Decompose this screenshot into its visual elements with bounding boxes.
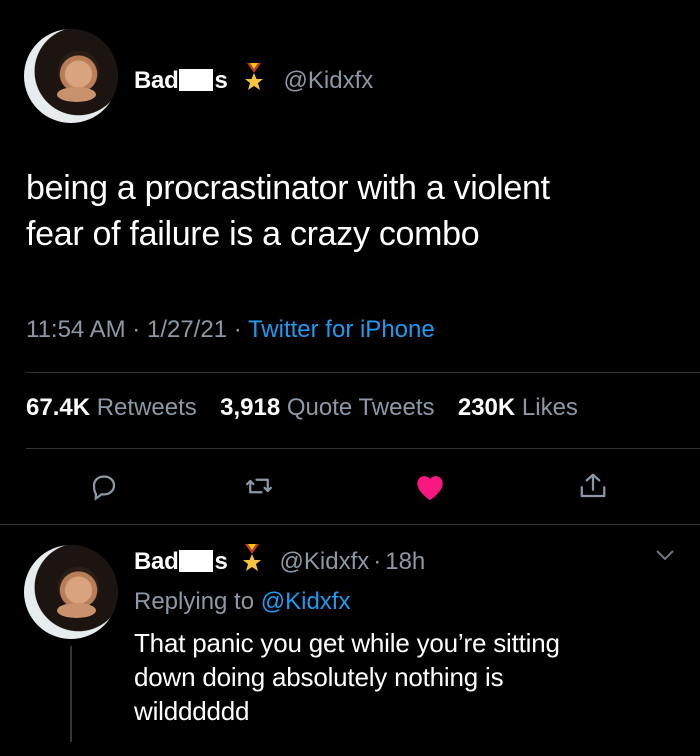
reply-text: That panic you get while you’re sitting … [134, 626, 674, 728]
thread-line [70, 646, 72, 742]
reply-author-name[interactable]: Bad s [134, 548, 228, 576]
meta-separator: · [233, 316, 242, 343]
meta-separator: · [373, 547, 382, 575]
reply-icon [92, 475, 116, 501]
replying-to: Replying to @Kidxfx [134, 588, 351, 615]
reply-text-line: wildddddd [134, 696, 250, 726]
medal-icon [242, 63, 266, 98]
retweets-stat[interactable]: 67.4K Retweets [26, 394, 197, 421]
retweet-icon [246, 478, 272, 494]
tweet-meta: 11:54 AM · 1/27/21 · Twitter for iPhone [26, 316, 435, 344]
censor-bar [179, 549, 214, 572]
chevron-down-icon [656, 550, 674, 561]
reply-age: 18h [385, 547, 426, 575]
reply-text-line: down doing absolutely nothing is [134, 662, 504, 692]
divider [26, 448, 700, 449]
censor-bar [179, 68, 214, 91]
more-options-button[interactable] [654, 548, 676, 567]
divider [0, 524, 700, 525]
author-name[interactable]: Bad s [134, 67, 228, 95]
like-button[interactable] [410, 466, 450, 506]
divider [26, 372, 700, 373]
tweet-author-line: Bad s @Kidxfx [134, 63, 373, 98]
reply-text-line: That panic you get while you’re sitting [134, 628, 560, 658]
quote-tweets-stat[interactable]: 3,918 Quote Tweets [220, 394, 434, 421]
share-icon [580, 473, 606, 498]
reply-author-line: Bad s @Kidxfx · 18h [134, 544, 425, 579]
tweet-time: 11:54 AM [26, 316, 126, 343]
tweet-text: being a procrastinator with a violent fe… [26, 165, 676, 257]
share-button[interactable] [573, 466, 613, 506]
retweet-button[interactable] [239, 466, 279, 506]
tweet-text-line: fear of failure is a crazy combo [26, 215, 480, 253]
likes-stat[interactable]: 230K Likes [458, 394, 578, 421]
tweet-date: 1/27/21 [146, 316, 228, 343]
reply-button[interactable] [84, 466, 124, 506]
heart-icon [417, 476, 443, 501]
medal-icon [240, 544, 264, 579]
author-handle[interactable]: @Kidxfx [284, 67, 374, 95]
reply-author-avatar[interactable] [24, 545, 118, 639]
author-avatar[interactable] [24, 29, 118, 123]
replying-to-handle[interactable]: @Kidxfx [261, 588, 351, 615]
reply-author-handle[interactable]: @Kidxfx [280, 548, 370, 576]
meta-separator: · [132, 316, 141, 343]
tweet-source-link[interactable]: Twitter for iPhone [248, 316, 435, 343]
tweet-text-line: being a procrastinator with a violent [26, 169, 550, 207]
tweet-stats: 67.4K Retweets 3,918 Quote Tweets 230K L… [26, 394, 578, 422]
